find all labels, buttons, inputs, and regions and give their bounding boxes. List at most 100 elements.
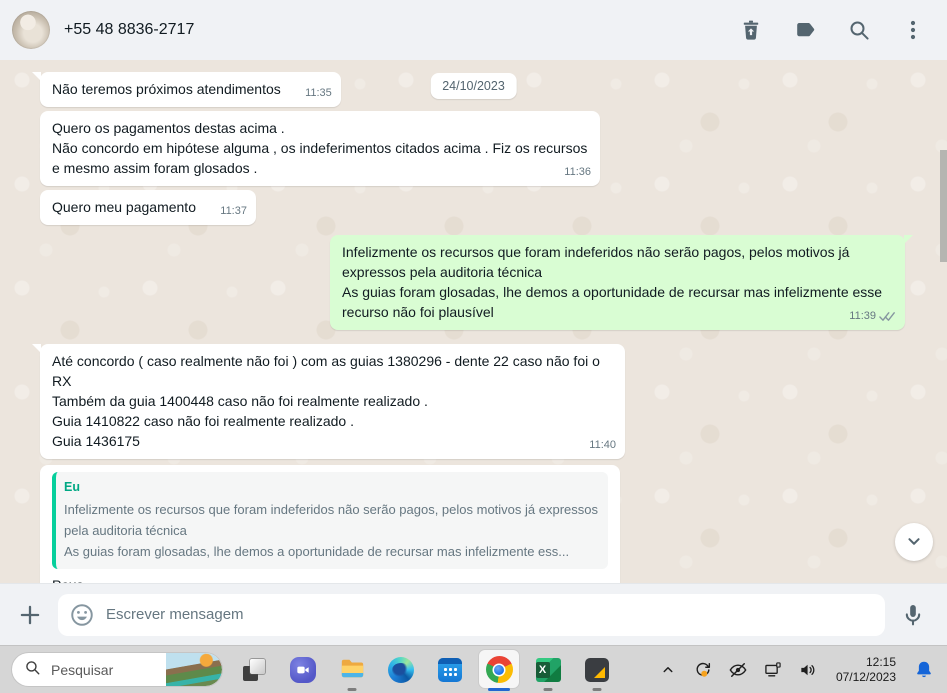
message-row: Não teremos próximos atendimentos 11:35 [32, 72, 905, 107]
message-row: Eu Infelizmente os recursos que foram in… [40, 465, 905, 583]
message-input-container [58, 593, 885, 636]
bell-icon [913, 659, 935, 681]
message-time: 11:37 [220, 205, 247, 217]
message-list: Não teremos próximos atendimentos 11:35 … [32, 72, 913, 583]
chevron-down-icon [903, 530, 925, 555]
message-row: Até concordo ( caso realmente não foi ) … [32, 344, 905, 459]
delete-icon [739, 18, 763, 42]
taskbar-sticky-notes-button[interactable] [575, 647, 619, 693]
double-check-icon [879, 311, 895, 321]
attach-button[interactable] [10, 595, 50, 635]
chrome-icon [485, 656, 513, 683]
message-meta: 11:40 [589, 435, 616, 455]
whatsapp-desktop-window: +55 48 8836-2717 24/10/2023 Não teremos … [0, 0, 947, 693]
contact-avatar[interactable] [12, 11, 50, 49]
emoji-icon [69, 602, 95, 628]
chevron-up-icon [659, 661, 677, 679]
message-meta: 11:36 [564, 162, 591, 182]
display-icon [763, 660, 783, 680]
quote-author: Eu [64, 480, 80, 494]
notifications-button[interactable] [913, 659, 935, 681]
delete-button[interactable] [739, 18, 763, 42]
search-icon [847, 18, 871, 42]
message-bubble[interactable]: Eu Infelizmente os recursos que foram in… [40, 465, 620, 583]
taskbar-excel-button[interactable]: X [526, 647, 570, 693]
message-row: Infelizmente os recursos que foram indef… [40, 235, 913, 330]
sticky-notes-icon [585, 657, 609, 682]
message-text: Infelizmente os recursos que foram indef… [342, 244, 883, 320]
volume-icon [798, 660, 818, 680]
taskbar-task-view-button[interactable] [232, 647, 276, 693]
message-meta: 11:35 [305, 83, 332, 103]
running-indicator [347, 687, 357, 691]
taskbar-clock[interactable]: 12:15 07/12/2023 [832, 655, 900, 685]
emoji-button[interactable] [70, 603, 94, 627]
contact-name[interactable]: +55 48 8836-2717 [64, 21, 194, 39]
windows-taskbar: X [0, 645, 947, 693]
volume-tray-button[interactable] [797, 659, 819, 681]
message-text: Quero os pagamentos destas acima . Não c… [52, 120, 588, 176]
taskbar-file-explorer-button[interactable] [330, 647, 374, 693]
message-text: Até concordo ( caso realmente não foi ) … [52, 353, 600, 449]
excel-icon: X [535, 657, 561, 682]
running-indicator [543, 687, 553, 691]
label-button[interactable] [793, 18, 817, 42]
menu-button[interactable] [901, 18, 925, 42]
chat-icon [290, 656, 316, 683]
message-time: 11:39 [849, 310, 876, 322]
chat-header: +55 48 8836-2717 [0, 0, 947, 60]
message-time: 11:35 [305, 87, 332, 99]
menu-icon [901, 18, 925, 42]
taskbar-calendar-button[interactable] [428, 647, 472, 693]
quote-text: Infelizmente os recursos que foram indef… [64, 502, 599, 559]
taskbar-chat-button[interactable] [281, 647, 325, 693]
header-actions [739, 18, 925, 42]
sync-tray-button[interactable] [692, 659, 714, 681]
message-text: Não teremos próximos atendimentos [52, 81, 281, 97]
task-view-icon [242, 658, 266, 682]
running-indicator [592, 687, 602, 691]
plus-icon [17, 602, 43, 628]
hidden-icons-button[interactable] [657, 659, 679, 681]
display-tray-button[interactable] [762, 659, 784, 681]
message-time: 11:36 [564, 166, 591, 178]
taskbar-edge-button[interactable] [379, 647, 423, 693]
message-bubble[interactable]: Até concordo ( caso realmente não foi ) … [32, 344, 625, 459]
taskbar-apps: X [232, 647, 619, 693]
eye-off-icon [728, 660, 748, 680]
label-icon [793, 18, 817, 42]
composer-bar [0, 583, 947, 645]
clock-time: 12:15 [865, 654, 896, 669]
scroll-to-bottom-button[interactable] [895, 523, 933, 561]
chat-area: 24/10/2023 Não teremos próximos atendime… [0, 60, 947, 583]
message-row: Quero os pagamentos destas acima . Não c… [40, 111, 905, 186]
message-text: Quero meu pagamento [52, 199, 196, 215]
clock-date: 07/12/2023 [835, 669, 896, 684]
message-text: Poxa Isso é fazer papel de bobo perante … [52, 575, 608, 583]
scrollbar-thumb[interactable] [940, 150, 947, 262]
message-bubble[interactable]: Não teremos próximos atendimentos 11:35 [32, 72, 341, 107]
file-explorer-icon [339, 655, 366, 685]
taskbar-chrome-button[interactable] [477, 647, 521, 693]
message-bubble[interactable]: Infelizmente os recursos que foram indef… [330, 235, 913, 330]
message-meta: 11:37 [220, 201, 247, 221]
message-time: 11:40 [589, 439, 616, 451]
search-button[interactable] [847, 18, 871, 42]
message-meta: 11:39 [849, 306, 896, 326]
edge-icon [388, 656, 414, 683]
voice-message-button[interactable] [893, 595, 933, 635]
search-icon [24, 659, 41, 681]
taskbar-search-input[interactable] [49, 660, 145, 679]
quoted-message[interactable]: Eu Infelizmente os recursos que foram in… [52, 472, 608, 569]
sync-icon [693, 660, 713, 680]
search-highlight-image[interactable] [166, 653, 222, 686]
eye-off-tray-button[interactable] [727, 659, 749, 681]
taskbar-search[interactable] [12, 653, 222, 686]
message-input[interactable] [104, 605, 873, 624]
calendar-icon [438, 657, 462, 682]
message-bubble[interactable]: Quero os pagamentos destas acima . Não c… [40, 111, 600, 186]
active-indicator [488, 687, 510, 691]
message-row: Quero meu pagamento 11:37 [40, 190, 905, 225]
message-bubble[interactable]: Quero meu pagamento 11:37 [40, 190, 256, 225]
mic-icon [900, 602, 926, 628]
